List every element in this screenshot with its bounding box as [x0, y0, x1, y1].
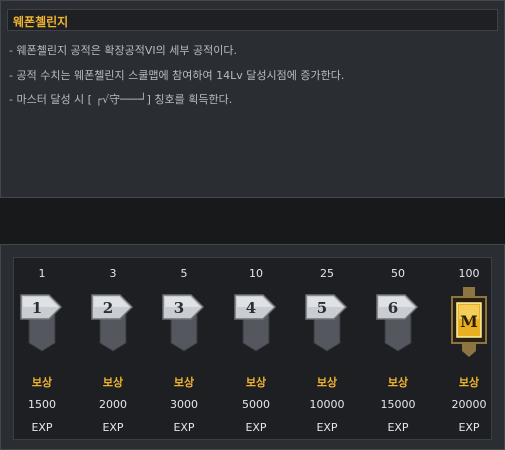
reward-value: 2000 [99, 398, 127, 411]
rank-5-badge-icon[interactable]: 5 [304, 287, 350, 357]
tier-level: 10 [249, 267, 263, 280]
reward-label: 보상 [173, 376, 195, 389]
reward-value: 5000 [242, 398, 270, 411]
rank-6-badge-icon[interactable]: 6 [375, 287, 421, 357]
reward-label: 보상 [316, 376, 338, 389]
badge-number: 1 [32, 299, 42, 317]
reward-unit: EXP [31, 421, 53, 434]
reward-label: 보상 [245, 376, 267, 389]
reward-unit: EXP [387, 421, 409, 434]
reward-value: 3000 [170, 398, 198, 411]
reward-label: 보상 [31, 376, 53, 389]
badge-number: 2 [103, 299, 113, 317]
tier-level: 100 [458, 267, 480, 280]
tier-column: 5 3 보상 3000 EXP [154, 257, 214, 440]
reward-unit: EXP [245, 421, 267, 434]
title-bar: 웨폰첼린지 [7, 9, 498, 31]
tier-column: 50 6 보상 15000 EXP [368, 257, 428, 440]
rank-2-badge-icon[interactable]: 2 [90, 287, 136, 357]
tier-level: 3 [109, 267, 117, 280]
tier-level: 5 [180, 267, 188, 280]
reward-label: 보상 [458, 376, 480, 389]
reward-unit: EXP [458, 421, 480, 434]
tier-column: 100 M 보상 20000 EXP [439, 257, 499, 440]
reward-label: 보상 [102, 376, 124, 389]
rank-4-badge-icon[interactable]: 4 [233, 287, 279, 357]
badge-letter: M [460, 312, 478, 331]
panel-title: 웨폰첼린지 [13, 15, 69, 29]
rank-3-badge-icon[interactable]: 3 [161, 287, 207, 357]
description-line-3: - 마스터 달성 시 [ ┌√守───┘] 칭호를 획득한다. [9, 93, 233, 106]
challenge-info-panel: 웨폰첼린지 - 웨폰첼린지 공적은 확장공적VI의 세부 공적이다. - 공적 … [0, 0, 505, 198]
badge-number: 3 [174, 299, 184, 317]
reward-label: 보상 [387, 376, 409, 389]
reward-value: 10000 [309, 398, 345, 411]
reward-unit: EXP [316, 421, 338, 434]
reward-value: 15000 [380, 398, 416, 411]
description-line-1: - 웨폰첼린지 공적은 확장공적VI의 세부 공적이다. [9, 44, 237, 57]
master-badge-icon[interactable]: M [446, 287, 492, 357]
reward-unit: EXP [102, 421, 124, 434]
tier-level: 50 [391, 267, 405, 280]
tier-column: 1 1 보상 1500 EXP [12, 257, 72, 440]
tier-level: 25 [320, 267, 334, 280]
panel-separator [0, 198, 505, 244]
reward-value: 20000 [451, 398, 487, 411]
reward-value: 1500 [28, 398, 56, 411]
badge-number: 4 [246, 299, 256, 317]
tier-column: 10 4 보상 5000 EXP [226, 257, 286, 440]
tier-column: 25 5 보상 10000 EXP [297, 257, 357, 440]
tier-level: 1 [38, 267, 46, 280]
reward-unit: EXP [173, 421, 195, 434]
badge-number: 5 [317, 299, 327, 317]
badge-number: 6 [388, 299, 398, 317]
rank-1-badge-icon[interactable]: 1 [19, 287, 65, 357]
description-line-2: - 공적 수치는 웨폰첼린지 스쿨맵에 참여하여 14Lv 달성시점에 증가한다… [9, 69, 345, 82]
tier-column: 3 2 보상 2000 EXP [83, 257, 143, 440]
